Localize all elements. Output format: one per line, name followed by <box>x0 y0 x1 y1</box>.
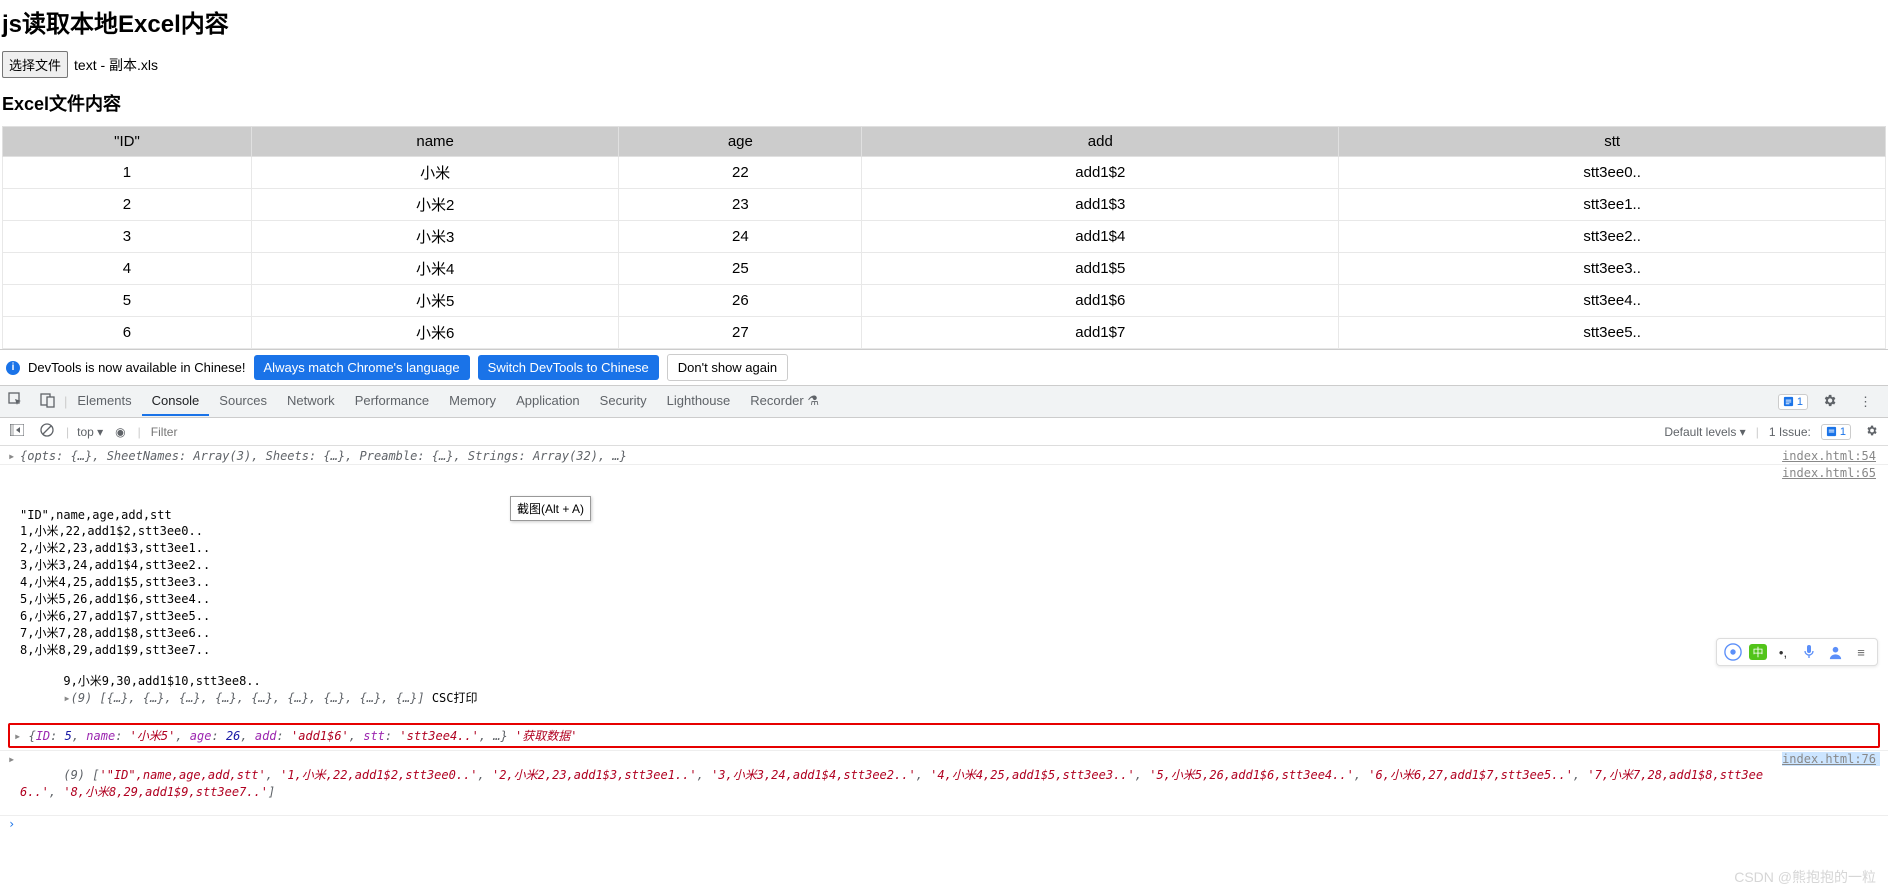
notice-text: DevTools is now available in Chinese! <box>28 360 246 375</box>
content-heading: Excel文件内容 <box>2 90 1886 116</box>
console-log-csv: 截图(Alt + A) "ID",name,age,add,stt1,小米,22… <box>20 466 1782 720</box>
ime-mic-icon[interactable] <box>1799 642 1819 662</box>
console-toolbar: | top ▾ ◉ | Default levels ▾ | 1 Issue: … <box>0 418 1888 446</box>
table-row: 6小米627add1$7stt3ee5.. <box>3 317 1886 349</box>
excel-table: "ID"nameageaddstt 1小米22add1$2stt3ee0..2小… <box>2 126 1886 349</box>
expand-arrow-icon[interactable]: ▸ <box>8 752 20 814</box>
devtools-tab-memory[interactable]: Memory <box>439 387 506 416</box>
info-icon: i <box>6 361 20 375</box>
devtools-tab-console[interactable]: Console <box>142 387 210 416</box>
table-header: age <box>619 127 862 157</box>
table-row: 1小米22add1$2stt3ee0.. <box>3 157 1886 189</box>
expand-arrow-icon[interactable]: ▸ <box>14 729 21 743</box>
console-settings-gear-icon[interactable] <box>1861 422 1882 442</box>
console-log-object[interactable]: {opts: {…}, SheetNames: Array(3), Sheets… <box>20 449 1782 463</box>
console-array-summary[interactable]: (9) [{…}, {…}, {…}, {…}, {…}, {…}, {…}, … <box>71 691 425 705</box>
console-filter-input[interactable] <box>149 424 1657 440</box>
ime-punct-icon[interactable]: •, <box>1773 642 1793 662</box>
devtools-tab-performance[interactable]: Performance <box>345 387 439 416</box>
switch-devtools-button[interactable]: Switch DevTools to Chinese <box>478 355 659 380</box>
inspect-icon[interactable] <box>0 386 32 417</box>
devtools-tab-lighthouse[interactable]: Lighthouse <box>657 387 741 416</box>
table-row: 2小米223add1$3stt3ee1.. <box>3 189 1886 221</box>
chosen-file-name: text - 副本.xls <box>74 55 158 75</box>
eye-icon[interactable]: ◉ <box>111 423 129 441</box>
table-header: "ID" <box>3 127 252 157</box>
console-sidebar-toggle-icon[interactable] <box>6 422 28 441</box>
settings-gear-icon[interactable] <box>1814 387 1845 417</box>
devtools-tab-security[interactable]: Security <box>590 387 657 416</box>
console-log-array-strings[interactable]: (9) ['"ID",name,age,add,stt', '1,小米,22,a… <box>20 752 1782 814</box>
expand-arrow-icon[interactable]: ▸ <box>63 691 70 705</box>
dont-show-again-button[interactable]: Don't show again <box>667 354 788 381</box>
table-row: 5小米526add1$6stt3ee4.. <box>3 285 1886 317</box>
screenshot-tooltip: 截图(Alt + A) <box>510 496 591 521</box>
ime-logo-icon[interactable] <box>1723 642 1743 662</box>
source-link[interactable]: index.html:65 <box>1782 466 1880 480</box>
table-header: add <box>862 127 1339 157</box>
page-title: js读取本地Excel内容 <box>2 4 1886 39</box>
table-header: name <box>251 127 618 157</box>
devtools-tab-recorder[interactable]: Recorder ⚗ <box>740 387 829 416</box>
ime-lang-toggle[interactable]: 中 <box>1749 644 1767 660</box>
ime-user-icon[interactable] <box>1825 642 1845 662</box>
watermark: CSDN @熊抱抱的一粒 <box>1734 867 1876 887</box>
devtools-tab-network[interactable]: Network <box>277 387 345 416</box>
ime-float-toolbar[interactable]: 中 •, ≡ <box>1716 638 1878 666</box>
table-row: 3小米324add1$4stt3ee2.. <box>3 221 1886 253</box>
issues-count-badge[interactable]: 1 <box>1821 424 1851 440</box>
table-row: 4小米425add1$5stt3ee3.. <box>3 253 1886 285</box>
always-match-button[interactable]: Always match Chrome's language <box>254 355 470 380</box>
devtools-tab-bar: | ElementsConsoleSourcesNetworkPerforman… <box>0 385 1888 418</box>
issues-label: 1 Issue: <box>1769 425 1811 439</box>
more-icon[interactable]: ⋮ <box>1851 388 1880 416</box>
issues-badge[interactable]: 1 <box>1778 394 1808 410</box>
console-log-highlighted[interactable]: {ID: 5, name: '小米5', age: 26, add: 'add1… <box>28 729 577 743</box>
table-header: stt <box>1339 127 1886 157</box>
devtools-tab-elements[interactable]: Elements <box>67 387 141 416</box>
console-output: ▸ {opts: {…}, SheetNames: Array(3), Shee… <box>0 446 1888 834</box>
devtools-tab-sources[interactable]: Sources <box>209 387 277 416</box>
device-toggle-icon[interactable] <box>32 386 64 417</box>
devtools-language-notice: i DevTools is now available in Chinese! … <box>0 349 1888 385</box>
source-link[interactable]: index.html:76 <box>1782 752 1880 766</box>
devtools-tab-application[interactable]: Application <box>506 387 590 416</box>
clear-console-icon[interactable] <box>36 421 58 442</box>
context-selector[interactable]: top ▾ <box>77 425 103 439</box>
expand-arrow-icon[interactable]: ▸ <box>8 449 20 463</box>
choose-file-button[interactable]: 选择文件 <box>2 51 68 78</box>
highlighted-console-line: ▸ {ID: 5, name: '小米5', age: 26, add: 'ad… <box>8 723 1880 748</box>
ime-menu-icon[interactable]: ≡ <box>1851 642 1871 662</box>
log-levels-selector[interactable]: Default levels ▾ <box>1664 425 1745 439</box>
source-link[interactable]: index.html:54 <box>1782 449 1880 463</box>
console-prompt-icon[interactable]: › <box>8 817 20 831</box>
